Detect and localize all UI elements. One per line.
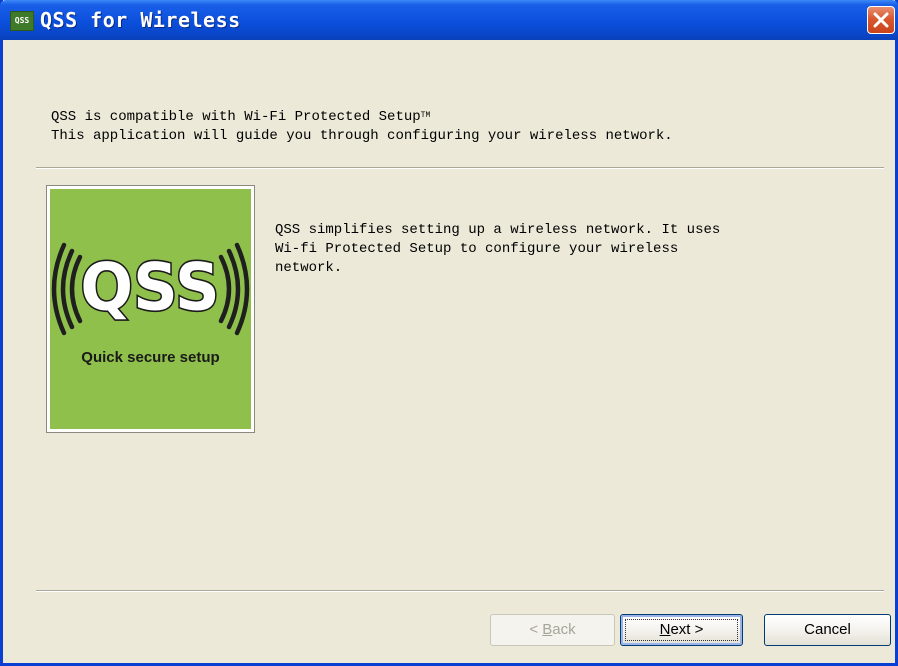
back-rest: ack: [552, 621, 576, 638]
qss-app-icon: QSS: [10, 11, 34, 31]
description-text: QSS simplifies setting up a wireless net…: [275, 222, 721, 276]
close-icon: [873, 12, 889, 28]
focus-rect: [625, 619, 738, 641]
qss-logo: QSS Quick secure setup: [46, 185, 255, 433]
intro-line-2: This application will guide you through …: [51, 128, 673, 144]
qss-logo-graphic: QSS: [51, 242, 250, 336]
trademark-mark: TM: [420, 111, 431, 120]
bottom-separator: [36, 590, 884, 592]
cancel-button[interactable]: Cancel: [764, 614, 891, 646]
qss-dialog-window: QSS QSS for Wireless QSS is compatible w…: [0, 0, 898, 666]
top-separator: [36, 167, 884, 169]
intro-line-1: QSS is compatible with Wi-Fi Protected S…: [51, 109, 421, 125]
title-bar[interactable]: QSS QSS for Wireless: [0, 0, 898, 40]
back-button[interactable]: < Back: [490, 614, 615, 646]
back-prefix: <: [529, 621, 543, 638]
qss-logo-text: QSS: [80, 249, 219, 325]
close-button[interactable]: [867, 6, 895, 34]
back-accel: B: [542, 621, 553, 638]
logo-subtitle: Quick secure setup: [81, 349, 220, 366]
window-title: QSS for Wireless: [40, 8, 241, 32]
intro-text: QSS is compatible with Wi-Fi Protected S…: [51, 108, 673, 146]
next-button[interactable]: Next >: [620, 614, 743, 646]
